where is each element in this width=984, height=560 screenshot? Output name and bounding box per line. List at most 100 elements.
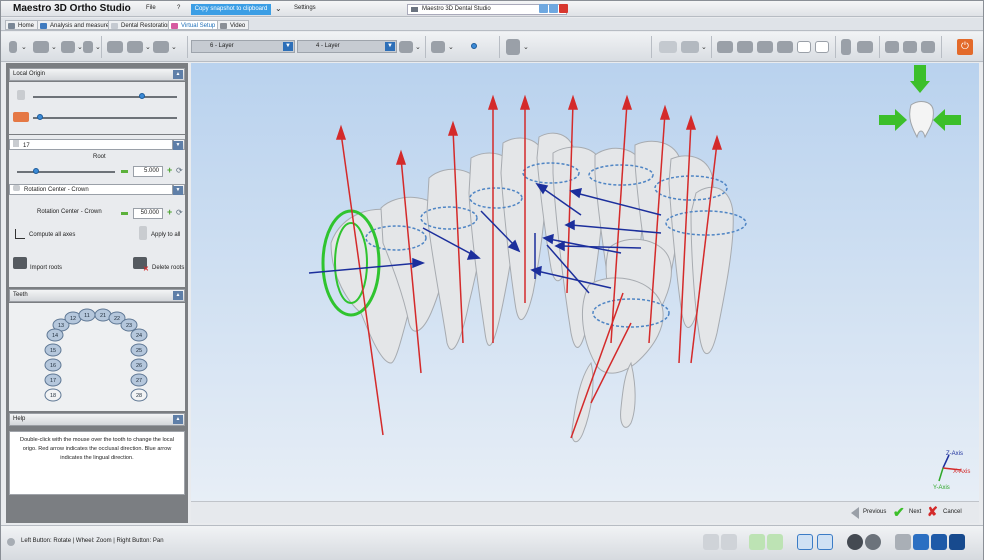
tooth-tool-icon[interactable] <box>9 41 17 53</box>
tooth-number-dropdown[interactable]: ▼ <box>173 139 185 150</box>
lower-arch-icon[interactable] <box>903 41 917 53</box>
size-slider[interactable] <box>33 96 177 98</box>
decrement-icon[interactable] <box>121 212 128 215</box>
perspective-icon[interactable] <box>797 534 813 550</box>
teeth-header[interactable]: Teeth ▲ <box>9 289 185 302</box>
chevron-down-icon[interactable]: ⌄ <box>95 43 101 51</box>
3d-viewport[interactable]: Z-Axis X-Axis Y-Axis <box>191 63 979 501</box>
orientation-gizmo[interactable] <box>879 65 961 139</box>
collapse-icon[interactable]: ▲ <box>173 415 183 424</box>
chevron-down-icon[interactable]: ⌄ <box>21 43 27 51</box>
offset-slider-knob[interactable] <box>37 114 43 120</box>
chevron-down-icon[interactable]: ▼ <box>173 141 183 150</box>
local-origin-header[interactable]: Local Origin ▲ <box>9 68 185 81</box>
tooth-26-model[interactable] <box>581 277 664 374</box>
view-left-icon[interactable] <box>757 41 773 53</box>
chevron-down-icon[interactable]: ⌄ <box>448 43 454 51</box>
shading-icon[interactable] <box>847 534 863 550</box>
copy-snapshot-button[interactable]: Copy snapshot to clipboard <box>191 4 271 15</box>
cancel-button[interactable]: Cancel <box>943 509 962 515</box>
cube-gray-icon[interactable] <box>895 534 911 550</box>
visibility-tool-icon[interactable] <box>399 41 413 53</box>
offset-slider[interactable] <box>33 117 177 119</box>
tab-home[interactable]: Home <box>5 20 39 30</box>
fit-icon[interactable] <box>749 534 765 550</box>
box-view-icon[interactable] <box>817 534 833 550</box>
gingiva-tool-icon[interactable] <box>153 41 169 53</box>
dots-grid-icon[interactable] <box>681 41 699 53</box>
chevron-down-icon[interactable]: ⌄ <box>701 43 707 51</box>
next-button[interactable]: Next <box>909 509 921 515</box>
grid-icon[interactable] <box>659 41 677 53</box>
root-value-field[interactable]: 5.000 <box>133 166 163 177</box>
layer-select-a[interactable]: 6 - Layer ▼ <box>191 40 295 53</box>
chevron-down-icon[interactable]: ⌄ <box>415 43 421 51</box>
cube-blue-icon[interactable] <box>913 534 929 550</box>
tooth-number-field[interactable]: 17 <box>9 139 173 150</box>
import-roots-button[interactable]: Import roots <box>30 265 62 271</box>
chevron-down-icon[interactable]: ▼ <box>283 42 293 51</box>
opacity-slider-knob[interactable] <box>471 43 477 49</box>
increment-icon[interactable]: + <box>167 166 172 175</box>
root-slider[interactable] <box>17 171 115 173</box>
decrement-icon[interactable] <box>121 170 128 173</box>
menu-settings[interactable]: Settings <box>294 5 316 11</box>
delete-roots-button[interactable]: Delete roots <box>152 265 184 271</box>
menu-file[interactable]: File <box>146 5 156 11</box>
occlusion-icon[interactable] <box>857 41 873 53</box>
arch-tool-icon[interactable] <box>107 41 123 53</box>
wireframe-icon[interactable] <box>865 534 881 550</box>
cube-side-icon[interactable] <box>949 534 965 550</box>
rotation-value-field[interactable]: 50.000 <box>133 208 163 219</box>
view-back-icon[interactable] <box>737 41 753 53</box>
power-icon[interactable]: ⏻ <box>957 39 973 55</box>
chevron-down-icon[interactable]: ▼ <box>385 42 395 51</box>
previous-button[interactable]: Previous <box>863 509 886 515</box>
collapse-icon[interactable]: ▲ <box>173 291 183 300</box>
help-header[interactable]: Help ▲ <box>9 413 185 426</box>
attachment-tool-icon[interactable] <box>127 41 143 53</box>
rotation-mode-select[interactable]: Rotation Center - Crown <box>9 184 173 195</box>
upper-arch-icon[interactable] <box>885 41 899 53</box>
both-arches-icon[interactable] <box>921 41 935 53</box>
check-icon[interactable]: ✔ <box>893 504 905 521</box>
chevron-down-icon[interactable]: ⌄ <box>77 43 83 51</box>
root-model[interactable] <box>571 361 594 443</box>
view-right-icon[interactable] <box>777 41 793 53</box>
apply-all-button[interactable]: Apply to all <box>151 232 180 238</box>
view-front-icon[interactable] <box>717 41 733 53</box>
arch-tool-icon[interactable] <box>33 41 49 53</box>
chevron-down-icon[interactable]: ▼ <box>173 186 183 195</box>
target-icon[interactable] <box>767 534 783 550</box>
collapse-icon[interactable]: ▲ <box>173 70 183 79</box>
arch-tool-icon[interactable] <box>61 41 75 53</box>
cube-front-icon[interactable] <box>931 534 947 550</box>
tab-dental-restoration[interactable]: Dental Restoration <box>108 20 175 30</box>
chevron-down-icon[interactable]: ⌄ <box>523 43 529 51</box>
upper-lower-icon[interactable] <box>841 39 851 55</box>
brush-tool-icon[interactable] <box>431 41 445 53</box>
previous-icon[interactable] <box>851 507 859 519</box>
chevron-down-icon[interactable]: ⌄ <box>275 4 282 13</box>
reset-icon[interactable]: ⟳ <box>176 208 183 217</box>
dental-arch-model[interactable] <box>330 132 734 443</box>
dental-scene[interactable]: Z-Axis X-Axis Y-Axis <box>191 63 979 501</box>
minimize-icon[interactable] <box>539 4 548 13</box>
tab-video[interactable]: Video <box>217 20 250 30</box>
menu-help[interactable]: ? <box>177 5 180 11</box>
root-model[interactable] <box>620 361 636 428</box>
chevron-down-icon[interactable]: ⌄ <box>171 43 177 51</box>
tab-analysis[interactable]: Analysis and measures <box>37 20 117 30</box>
reset-icon[interactable]: ⟳ <box>176 166 183 175</box>
view-bottom-icon[interactable] <box>815 41 829 53</box>
box-tool-icon[interactable] <box>506 39 520 55</box>
cancel-icon[interactable]: ✘ <box>927 504 938 520</box>
chevron-down-icon[interactable]: ⌄ <box>145 43 151 51</box>
layer-select-b[interactable]: 4 - Layer ▼ <box>297 40 397 53</box>
tab-virtual-setup[interactable]: Virtual Setup <box>168 20 220 30</box>
increment-icon[interactable]: + <box>167 208 172 217</box>
gum-tool-icon[interactable] <box>83 41 93 53</box>
zoom-in-icon[interactable] <box>703 534 719 550</box>
maximize-icon[interactable] <box>549 4 558 13</box>
view-top-icon[interactable] <box>797 41 811 53</box>
